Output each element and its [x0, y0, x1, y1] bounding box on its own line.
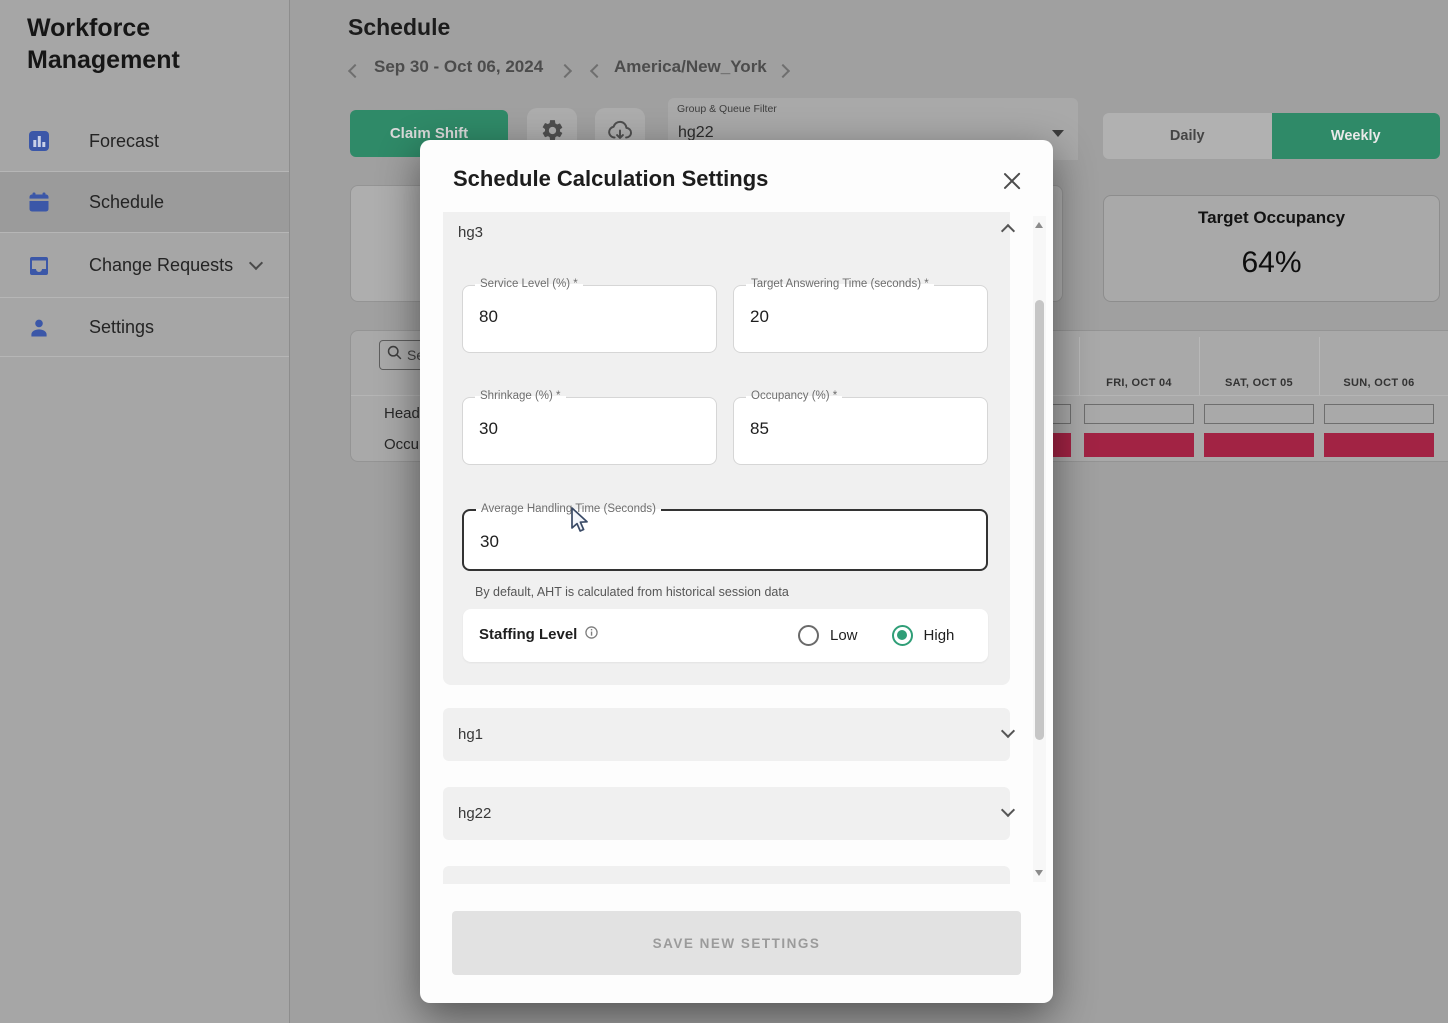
inbox-icon [26, 253, 52, 279]
occupancy-bar [1204, 433, 1314, 457]
section-hg1[interactable]: hg1 [443, 708, 1010, 761]
page-title: Schedule [348, 14, 450, 41]
aht-helper-text: By default, AHT is calculated from histo… [475, 585, 789, 599]
sidebar-item-settings[interactable]: Settings [0, 299, 289, 357]
scroll-down-icon[interactable] [1035, 870, 1043, 876]
shrinkage-input[interactable]: Shrinkage (%) * 30 [462, 397, 717, 465]
section-hg1-label: hg1 [458, 726, 483, 743]
chevron-down-icon [1001, 803, 1015, 817]
app-title: Workforce Management [27, 12, 257, 76]
row-label-occupancy: Occu [384, 436, 419, 453]
occupancy-bar [1084, 433, 1194, 457]
info-icon [585, 626, 598, 643]
service-level-input[interactable]: Service Level (%) * 80 [462, 285, 717, 353]
scrollbar-thumb[interactable] [1035, 300, 1044, 740]
date-prev-button[interactable] [350, 63, 360, 81]
person-icon [26, 315, 52, 341]
scroll-up-icon[interactable] [1035, 222, 1043, 228]
weekly-tab[interactable]: Weekly [1272, 113, 1441, 159]
view-toggle: Daily Weekly [1103, 113, 1440, 159]
day-header: SUN, OCT 06 [1322, 377, 1436, 389]
chevron-down-icon [1001, 724, 1015, 738]
field-value: 20 [750, 307, 769, 327]
field-label: Service Level (%) * [475, 278, 583, 290]
modal-scrollbar [1033, 216, 1046, 882]
filter-label: Group & Queue Filter [677, 103, 777, 115]
occupancy-input[interactable]: Occupancy (%) * 85 [733, 397, 988, 465]
cursor-arrow [566, 506, 592, 539]
field-value: 80 [479, 307, 498, 327]
chevron-down-icon [249, 256, 263, 270]
staffing-high-label: High [924, 627, 955, 644]
sidebar-item-change-requests[interactable]: Change Requests [0, 234, 289, 298]
close-icon[interactable] [1001, 170, 1023, 192]
field-label: Shrinkage (%) * [475, 390, 566, 402]
save-new-settings-button[interactable]: SAVE NEW SETTINGS [452, 911, 1021, 975]
divider [1319, 337, 1320, 395]
section-hg22[interactable]: hg22 [443, 787, 1010, 840]
timezone: America/New_York [614, 57, 767, 77]
sidebar-item-label: Schedule [89, 192, 239, 213]
sidebar-item-label: Change Requests [89, 255, 239, 276]
sidebar-item-label: Settings [89, 317, 239, 338]
row-label-headcount: Head [384, 405, 420, 422]
modal-scroll-area: hg3 Service Level (%) * 80 Target Answer… [420, 212, 1030, 884]
sidebar-item-label: Forecast [89, 131, 239, 152]
modal-title: Schedule Calculation Settings [453, 166, 768, 192]
section-hg3: hg3 Service Level (%) * 80 Target Answer… [443, 212, 1010, 685]
sidebar: Workforce Management Forecast Schedule C… [0, 0, 290, 1023]
target-answering-time-input[interactable]: Target Answering Time (seconds) * 20 [733, 285, 988, 353]
timezone-prev-button[interactable] [592, 63, 602, 81]
average-handling-time-input[interactable]: Average Handling Time (Seconds) 30 [462, 509, 988, 571]
field-value: 85 [750, 419, 769, 439]
chevron-up-icon[interactable] [1001, 224, 1015, 238]
target-occupancy-value: 64% [1104, 246, 1439, 280]
dropdown-caret-icon [1052, 130, 1064, 137]
day-header: SAT, OCT 05 [1202, 377, 1316, 389]
divider [1079, 337, 1080, 395]
field-value: 30 [479, 419, 498, 439]
schedule-calculation-settings-modal: Schedule Calculation Settings hg3 Servic… [420, 140, 1053, 1003]
section-hg3-header[interactable]: hg3 [458, 224, 483, 241]
field-label: Target Answering Time (seconds) * [746, 278, 934, 290]
divider [1199, 337, 1200, 395]
bar-chart-icon [26, 128, 52, 154]
headcount-cell [1084, 404, 1194, 424]
calendar-icon [26, 189, 52, 215]
staffing-low-label: Low [830, 627, 858, 644]
day-header: FRI, OCT 04 [1082, 377, 1196, 389]
section-partial[interactable] [443, 866, 1010, 884]
target-occupancy-label: Target Occupancy [1104, 208, 1439, 228]
target-occupancy-card: Target Occupancy 64% [1103, 195, 1440, 302]
field-label: Occupancy (%) * [746, 390, 842, 402]
headcount-cell [1204, 404, 1314, 424]
section-hg22-label: hg22 [458, 805, 491, 822]
sidebar-item-forecast[interactable]: Forecast [0, 112, 289, 170]
daily-tab[interactable]: Daily [1103, 113, 1272, 159]
staffing-low-radio[interactable] [798, 625, 819, 646]
headcount-cell [1324, 404, 1434, 424]
search-icon [386, 344, 403, 366]
staffing-high-radio[interactable] [892, 625, 913, 646]
staffing-level-label: Staffing Level [479, 626, 577, 643]
timezone-next-button[interactable] [778, 63, 788, 81]
date-next-button[interactable] [560, 63, 570, 81]
field-value: 30 [480, 532, 499, 552]
staffing-level-row: Staffing Level Low High [463, 609, 988, 662]
occupancy-bar [1324, 433, 1434, 457]
date-range: Sep 30 - Oct 06, 2024 [374, 57, 543, 77]
sidebar-item-schedule[interactable]: Schedule [0, 171, 289, 233]
